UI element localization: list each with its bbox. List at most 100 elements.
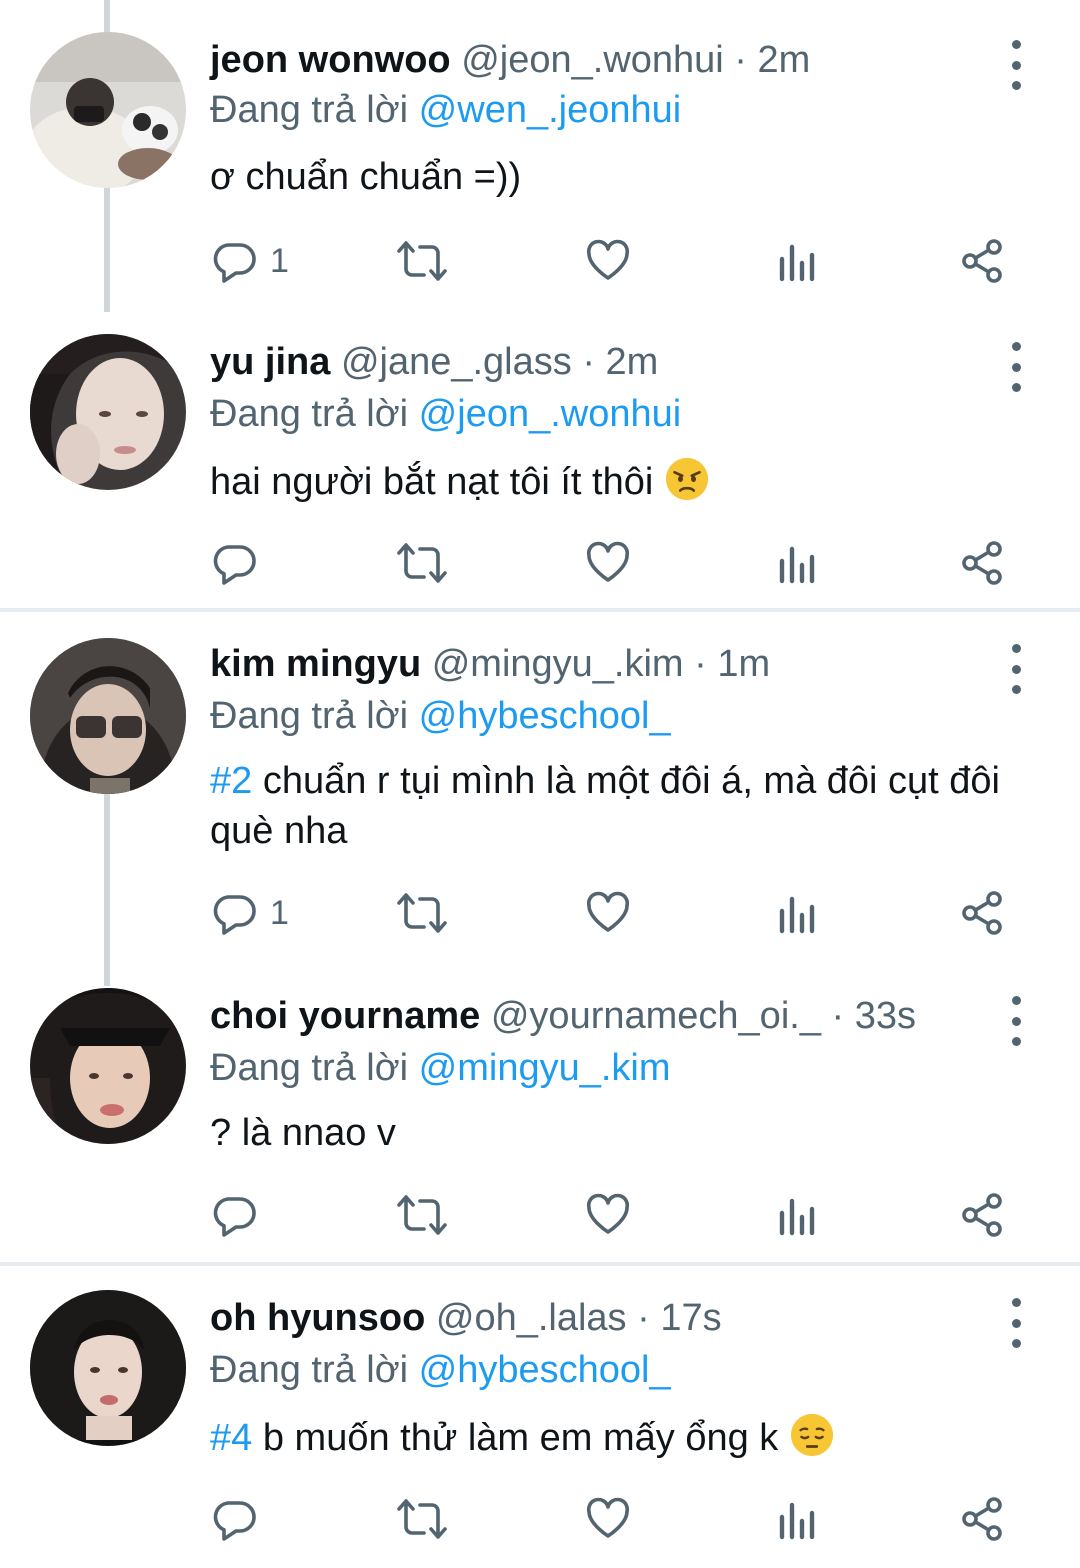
replying-to: Đang trả lời @mingyu_.kim xyxy=(210,1042,671,1094)
avatar[interactable] xyxy=(30,638,186,794)
retweet-button[interactable] xyxy=(396,1190,448,1240)
avatar[interactable] xyxy=(30,334,186,490)
tweet-header: oh hyunsoo @oh_.lalas · 17s xyxy=(210,1292,722,1344)
tweet[interactable]: jeon wonwoo @jeon_.wonhui · 2m Đang trả … xyxy=(0,0,1080,310)
replying-to-label: Đang trả lời xyxy=(210,1047,409,1089)
retweet-icon xyxy=(397,241,447,281)
display-name[interactable]: choi yourname xyxy=(210,995,480,1037)
retweet-button[interactable] xyxy=(396,236,448,286)
user-handle[interactable]: @oh_.lalas xyxy=(436,1297,627,1339)
display-name[interactable]: yu jina xyxy=(210,341,330,383)
like-button[interactable] xyxy=(584,236,632,286)
mention-link[interactable]: @wen_.jeonhui xyxy=(419,89,682,131)
hashtag-link[interactable]: #4 xyxy=(210,1417,252,1459)
tweet-text: #4 b muốn thử làm em mấy ổng k xyxy=(210,1412,1040,1463)
pensive-face-emoji xyxy=(790,1413,833,1457)
more-icon[interactable] xyxy=(1004,342,1028,392)
display-name[interactable]: oh hyunsoo xyxy=(210,1297,425,1339)
reply-button[interactable]: 1 xyxy=(210,236,289,286)
mention-link[interactable]: @mingyu_.kim xyxy=(419,1047,671,1089)
tweet-body: b muốn thử làm em mấy ổng k xyxy=(262,1417,779,1459)
timestamp[interactable]: 1m xyxy=(717,643,770,685)
separator: · xyxy=(694,643,707,685)
retweet-button[interactable] xyxy=(396,888,448,938)
replying-to: Đang trả lời @jeon_.wonhui xyxy=(210,388,681,440)
tweet-body: chuẩn r tụi mình là một đôi á, mà đôi cụ… xyxy=(210,760,1001,852)
retweet-icon xyxy=(397,893,447,933)
reply-icon xyxy=(213,243,256,283)
tweet-header: yu jina @jane_.glass · 2m xyxy=(210,336,658,388)
views-icon xyxy=(779,896,815,934)
share-icon xyxy=(962,891,1002,935)
tweet-text: ? là nnao v xyxy=(210,1108,1040,1158)
more-icon[interactable] xyxy=(1004,40,1028,90)
views-button[interactable] xyxy=(774,538,822,588)
reply-button[interactable]: 1 xyxy=(210,888,289,938)
reply-icon xyxy=(213,1501,256,1541)
like-icon xyxy=(586,239,630,280)
reply-button[interactable] xyxy=(210,1494,270,1544)
like-icon xyxy=(586,541,630,582)
reply-icon xyxy=(213,1197,256,1237)
tweet-body: hai người bắt nạt tôi ít thôi xyxy=(210,461,654,503)
user-handle[interactable]: @yournamech_oi._ xyxy=(491,995,821,1037)
display-name[interactable]: kim mingyu xyxy=(210,643,421,685)
tweet[interactable]: kim mingyu @mingyu_.kim · 1m Đang trả lờ… xyxy=(0,612,1080,962)
tweet[interactable]: oh hyunsoo @oh_.lalas · 17s Đang trả lời… xyxy=(0,1266,1080,1568)
reply-icon xyxy=(213,545,256,585)
avatar[interactable] xyxy=(30,1290,186,1446)
timestamp[interactable]: 2m xyxy=(758,39,811,81)
retweet-button[interactable] xyxy=(396,538,448,588)
timestamp[interactable]: 33s xyxy=(855,995,916,1037)
replying-to: Đang trả lời @wen_.jeonhui xyxy=(210,84,681,136)
share-button[interactable] xyxy=(958,888,1006,938)
views-button[interactable] xyxy=(774,888,822,938)
more-icon[interactable] xyxy=(1004,644,1028,694)
user-handle[interactable]: @jane_.glass xyxy=(341,341,572,383)
mention-link[interactable]: @hybeschool_ xyxy=(419,1349,671,1391)
display-name[interactable]: jeon wonwoo xyxy=(210,39,451,81)
share-button[interactable] xyxy=(958,1190,1006,1240)
tweet-text: hai người bắt nạt tôi ít thôi xyxy=(210,456,1040,507)
reply-count: 1 xyxy=(270,893,289,932)
share-icon xyxy=(962,1497,1002,1541)
views-button[interactable] xyxy=(774,1190,822,1240)
more-icon[interactable] xyxy=(1004,996,1028,1046)
share-button[interactable] xyxy=(958,538,1006,588)
avatar[interactable] xyxy=(30,32,186,188)
tweet-text: ơ chuẩn chuẩn =)) xyxy=(210,152,1040,202)
like-button[interactable] xyxy=(584,1190,632,1240)
like-icon xyxy=(586,891,630,932)
like-button[interactable] xyxy=(584,1494,632,1544)
user-handle[interactable]: @mingyu_.kim xyxy=(432,643,684,685)
reply-button[interactable] xyxy=(210,538,270,588)
share-button[interactable] xyxy=(958,236,1006,286)
separator: · xyxy=(637,1297,650,1339)
reply-button[interactable] xyxy=(210,1190,270,1240)
tweet[interactable]: choi yourname @yournamech_oi._ · 33s Đan… xyxy=(0,962,1080,1262)
tweet-body: ? là nnao v xyxy=(210,1112,396,1154)
views-icon xyxy=(779,1502,815,1540)
timestamp[interactable]: 17s xyxy=(660,1297,721,1339)
views-button[interactable] xyxy=(774,1494,822,1544)
action-bar xyxy=(210,538,1030,588)
mention-link[interactable]: @jeon_.wonhui xyxy=(419,393,682,435)
replying-to: Đang trả lời @hybeschool_ xyxy=(210,1344,671,1396)
share-button[interactable] xyxy=(958,1494,1006,1544)
mention-link[interactable]: @hybeschool_ xyxy=(419,695,671,737)
avatar[interactable] xyxy=(30,988,186,1144)
retweet-button[interactable] xyxy=(396,1494,448,1544)
replying-to-label: Đang trả lời xyxy=(210,89,409,131)
user-handle[interactable]: @jeon_.wonhui xyxy=(461,39,724,81)
share-icon xyxy=(962,1193,1002,1237)
action-bar xyxy=(210,1190,1030,1240)
retweet-icon xyxy=(397,1195,447,1235)
like-button[interactable] xyxy=(584,888,632,938)
hashtag-link[interactable]: #2 xyxy=(210,760,252,802)
like-button[interactable] xyxy=(584,538,632,588)
action-bar xyxy=(210,1494,1030,1544)
timestamp[interactable]: 2m xyxy=(606,341,659,383)
more-icon[interactable] xyxy=(1004,1298,1028,1348)
views-button[interactable] xyxy=(774,236,822,286)
tweet[interactable]: yu jina @jane_.glass · 2m Đang trả lời @… xyxy=(0,310,1080,608)
